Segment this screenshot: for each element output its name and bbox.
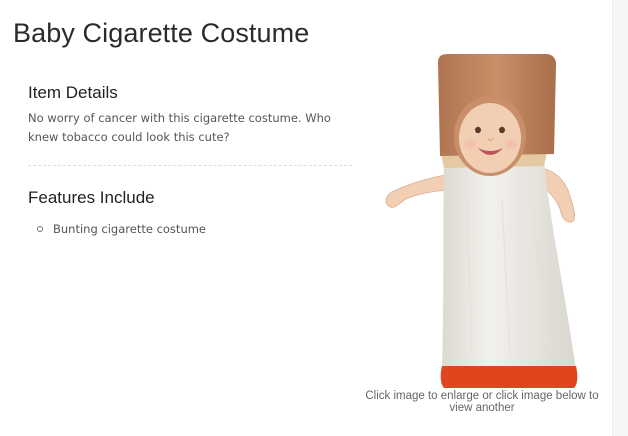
product-image[interactable] [372,50,602,390]
item-details-text: No worry of cancer with this cigarette c… [28,111,331,144]
right-gutter [612,0,628,436]
baby-cigarette-costume-illustration [385,54,578,388]
image-caption: Click image to enlarge or click image be… [365,390,599,414]
feature-item-text: Bunting cigarette costume [53,222,207,236]
features-heading: Features Include [28,188,155,207]
item-details-heading: Item Details [28,83,118,102]
section-divider [28,165,352,166]
features-list: Bunting cigarette costume [36,220,206,238]
page-title: Baby Cigarette Costume [13,18,310,48]
feature-item: Bunting cigarette costume [36,220,206,238]
bullet-icon [37,226,43,232]
